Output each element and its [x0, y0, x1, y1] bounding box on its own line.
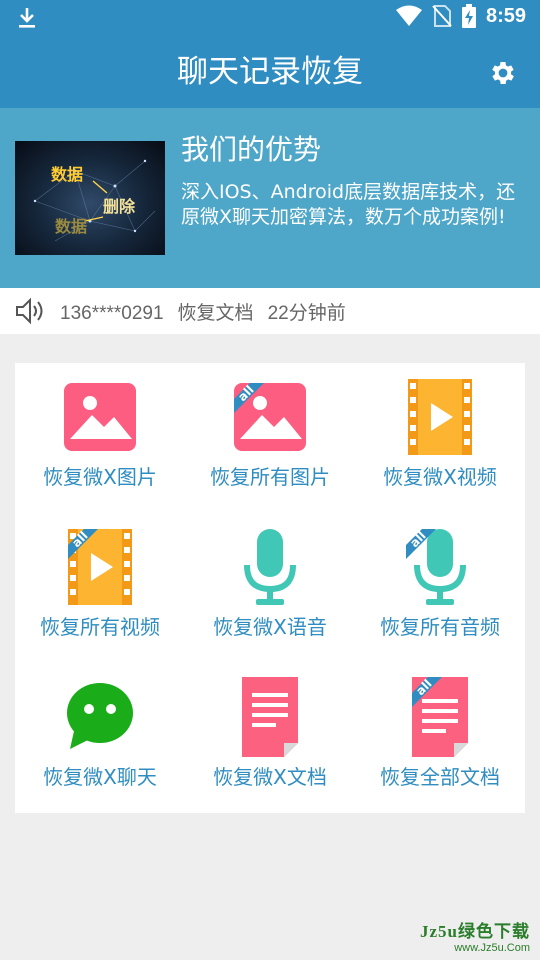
advantage-banner: 数据 删除 数据 我们的优势 深入IOS、Android底层数据库技术，还原微X…	[0, 108, 540, 288]
banner-description: 深入IOS、Android底层数据库技术，还原微X聊天加密算法，数万个成功案例!	[181, 181, 516, 228]
notice-text: 136****0291 恢复文档 22分钟前	[60, 298, 360, 325]
image-all-icon: all	[234, 383, 306, 451]
microphone-all-icon: all	[406, 529, 466, 605]
feature-label: 恢复微X图片	[43, 465, 157, 489]
recover-wx-images-button[interactable]: 恢复微X图片	[15, 363, 185, 513]
page-title: 聊天记录恢复	[177, 54, 363, 90]
watermark: Jz5u绿色下载 www.Jz5u.Com	[420, 917, 530, 954]
recovery-notice: 136****0291 恢复文档 22分钟前	[0, 288, 540, 334]
banner-word-data: 数据	[51, 165, 84, 184]
feature-label: 恢复全部文档	[380, 765, 500, 789]
recover-all-videos-button[interactable]: all 恢复所有视频	[15, 513, 185, 663]
feature-label: 恢复微X文档	[213, 765, 327, 789]
recover-wx-videos-button[interactable]: 恢复微X视频	[355, 363, 525, 513]
feature-label: 恢复所有图片	[210, 465, 330, 489]
gear-icon[interactable]	[488, 58, 518, 88]
notice-time: 22分钟前	[267, 302, 346, 324]
recover-all-audio-button[interactable]: all 恢复所有音频	[355, 513, 525, 663]
feature-label: 恢复所有视频	[40, 615, 160, 639]
feature-label: 恢复所有音频	[380, 615, 500, 639]
banner-image: 数据 删除 数据	[15, 141, 165, 255]
video-all-icon: all	[68, 529, 132, 605]
feature-label: 恢复微X聊天	[43, 765, 157, 789]
wifi-icon	[395, 5, 422, 26]
document-icon	[242, 677, 298, 757]
recover-wx-voice-button[interactable]: 恢复微X语音	[185, 513, 355, 663]
document-all-icon: all	[412, 677, 468, 757]
banner-title: 我们的优势	[181, 133, 322, 166]
notice-action: 恢复文档	[177, 302, 254, 324]
status-bar: 8:59	[0, 0, 540, 36]
network-graphic	[33, 159, 156, 242]
battery-charging-icon	[461, 4, 476, 28]
banner-word-data-2: 数据	[55, 217, 88, 236]
notice-phone: 136****0291	[60, 302, 164, 324]
download-icon	[19, 8, 35, 28]
image-icon	[64, 383, 136, 451]
video-icon	[408, 379, 472, 455]
chat-bubble-icon	[67, 683, 133, 749]
feature-label: 恢复微X语音	[213, 615, 327, 639]
banner-word-delete: 删除	[103, 197, 136, 216]
app-bar: 聊天记录恢复	[0, 36, 540, 108]
speaker-icon	[16, 297, 43, 325]
feature-grid: 恢复微X图片 all 恢复所有图片 恢复微X视频 all 恢复所有视频 恢复微X…	[15, 363, 525, 813]
feature-label: 恢复微X视频	[383, 465, 497, 489]
watermark-url: www.Jz5u.Com	[454, 942, 530, 954]
recover-all-images-button[interactable]: all 恢复所有图片	[185, 363, 355, 513]
recover-wx-documents-button[interactable]: 恢复微X文档	[185, 663, 355, 813]
clock: 8:59	[485, 4, 526, 27]
microphone-icon	[244, 529, 296, 605]
recover-all-documents-button[interactable]: all 恢复全部文档	[355, 663, 525, 813]
no-sim-icon	[432, 5, 452, 27]
recover-wx-chat-button[interactable]: 恢复微X聊天	[15, 663, 185, 813]
watermark-title: Jz5u绿色下载	[420, 922, 530, 941]
